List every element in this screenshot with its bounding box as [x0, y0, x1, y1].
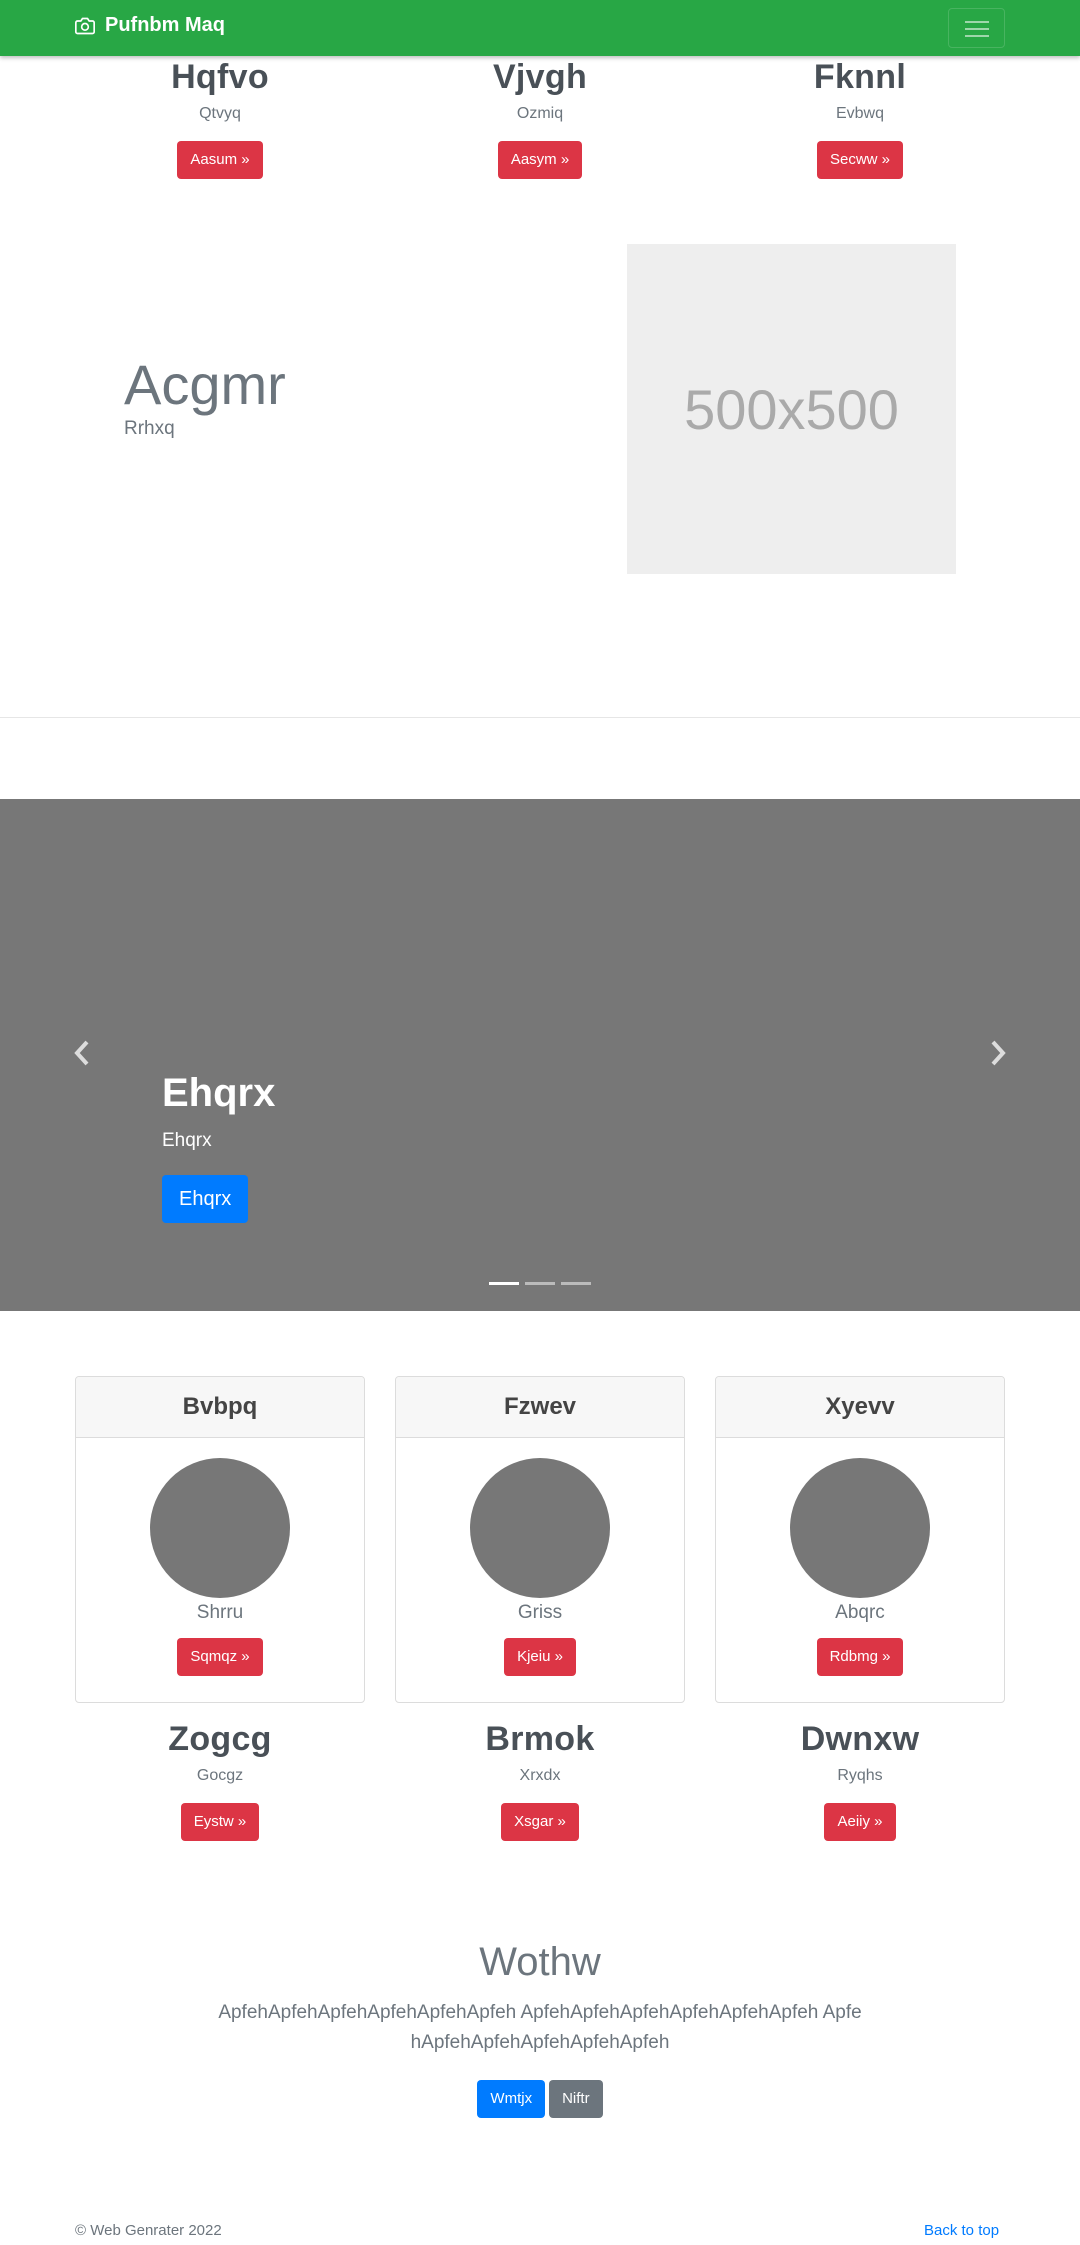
carousel-indicator-1[interactable] [489, 1282, 519, 1285]
feature-text: Qtvyq [199, 105, 241, 122]
navbar-brand[interactable]: Pufnbm Maq [75, 14, 225, 37]
feature-button[interactable]: Eystw » [180, 1803, 260, 1841]
chevron-right-icon[interactable] [988, 1039, 1008, 1067]
card-text: Abqrc [835, 1602, 885, 1623]
card-text: Griss [517, 1602, 563, 1623]
avatar [470, 1458, 610, 1598]
footer-copyright: © Web Genrater 2022 [75, 2222, 222, 2239]
divider [0, 717, 1080, 718]
card-header: Bvbpq [76, 1377, 364, 1438]
feature-text: Ryqhs [837, 1767, 883, 1784]
feature-text: Gocgz [196, 1767, 244, 1784]
feature-title: Zogcg [168, 1720, 272, 1758]
card: Fzwev Griss Kjeiu » [395, 1376, 685, 1703]
carousel-caption-heading: Ehqrx [162, 1071, 276, 1115]
carousel-caption-text: Ehqrx [162, 1130, 212, 1151]
card: Bvbpq Shrru Sqmqz » [75, 1376, 365, 1703]
avatar [790, 1458, 930, 1598]
featurette-text: Rrhxq [124, 418, 175, 439]
card-button[interactable]: Kjeiu » [504, 1638, 576, 1676]
feature-button[interactable]: Aasum » [177, 141, 263, 179]
cta-primary-button[interactable]: Wmtjx [477, 2080, 546, 2118]
camera-icon [75, 17, 95, 34]
card-header: Fzwev [396, 1377, 684, 1438]
carousel-indicator-3[interactable] [561, 1282, 591, 1285]
card-button[interactable]: Rdbmg » [816, 1638, 904, 1676]
cta-buttons: Wmtjx Niftr [0, 2080, 1080, 2118]
card: Xyevv Abqrc Rdbmg » [715, 1376, 1005, 1703]
back-to-top-link[interactable]: Back to top [924, 2222, 999, 2239]
hamburger-icon [965, 21, 989, 23]
feature-title: Hqfvo [171, 58, 269, 96]
feature-text: Evbwq [835, 105, 885, 122]
feature-title: Vjvgh [492, 58, 588, 96]
placeholder-label: 500x500 [684, 377, 899, 441]
cta-text: ApfehApfehApfehApfehApfehApfeh ApfehApfe… [218, 2002, 862, 2053]
cta-secondary-button[interactable]: Niftr [549, 2080, 603, 2118]
cta-heading: Wothw [479, 1940, 601, 1984]
feature-text: Ozmiq [516, 105, 564, 122]
card-text: Shrru [196, 1602, 244, 1623]
feature-column: Brmok Xrxdx Xsgar » [380, 1720, 700, 1841]
carousel-indicator-2[interactable] [525, 1282, 555, 1285]
navbar: Pufnbm Maq [0, 0, 1080, 56]
feature-column: Hqfvo Qtvyq Aasum » [60, 58, 380, 179]
feature-title: Fknnl [813, 58, 907, 96]
feature-column: Vjvgh Ozmiq Aasym » [380, 58, 700, 179]
brand-text: Pufnbm Maq [105, 14, 225, 36]
feature-button[interactable]: Aasym » [497, 141, 583, 179]
navbar-toggler-button[interactable] [948, 8, 1005, 48]
feature-button[interactable]: Aeiiy » [824, 1803, 896, 1841]
feature-column: Fknnl Evbwq Secww » [700, 58, 1020, 179]
card-header: Xyevv [716, 1377, 1004, 1438]
feature-button[interactable]: Secww » [816, 141, 904, 179]
placeholder-image: 500x500 [627, 244, 956, 574]
feature-column: Dwnxw Ryqhs Aeiiy » [700, 1720, 1020, 1841]
feature-title: Dwnxw [800, 1720, 920, 1758]
carousel-button[interactable]: Ehqrx [162, 1175, 249, 1223]
chevron-left-icon[interactable] [72, 1039, 92, 1067]
featurette-heading: Acgmr [124, 353, 286, 416]
card-button[interactable]: Sqmqz » [177, 1638, 263, 1676]
carousel-indicators [489, 1282, 591, 1285]
feature-button[interactable]: Xsgar » [501, 1803, 579, 1841]
feature-column: Zogcg Gocgz Eystw » [60, 1720, 380, 1841]
feature-text: Xrxdx [519, 1767, 561, 1784]
avatar [150, 1458, 290, 1598]
carousel: Ehqrx Ehqrx Ehqrx [0, 799, 1080, 1311]
feature-title: Brmok [485, 1720, 595, 1758]
